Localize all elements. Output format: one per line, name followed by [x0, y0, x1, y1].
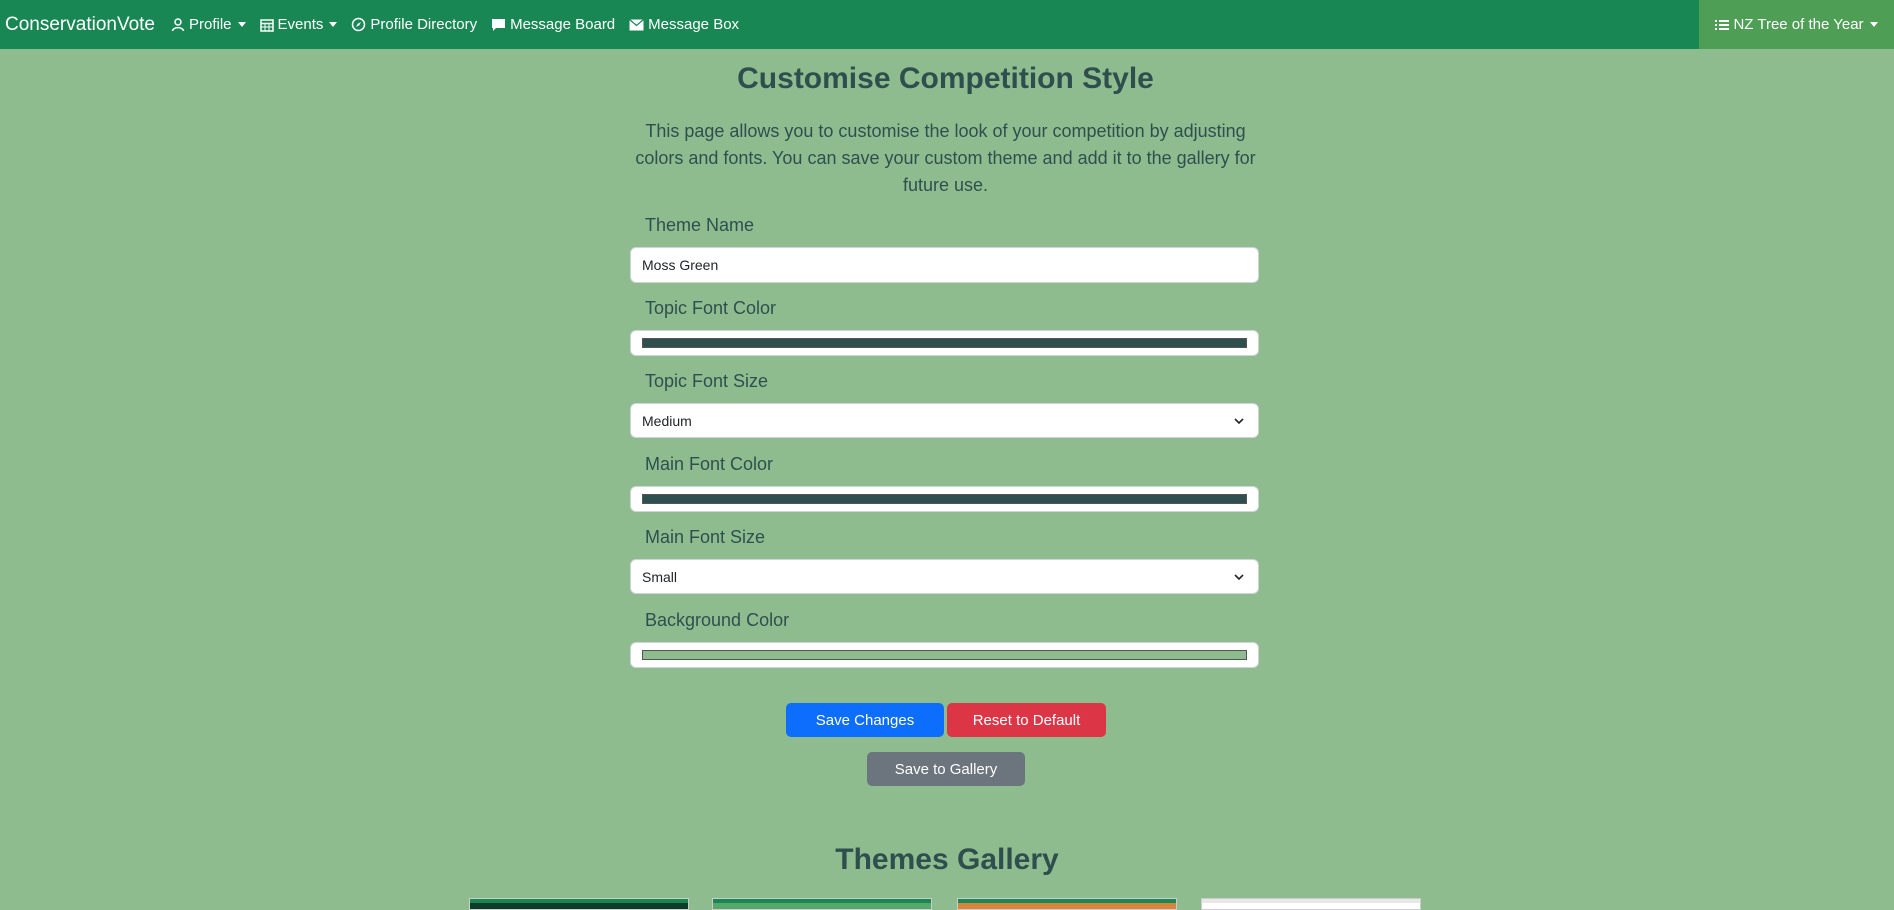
- main-font-color-label: Main Font Color: [645, 454, 774, 474]
- chevron-down-icon: [237, 22, 246, 27]
- chevron-down-icon: [329, 22, 338, 27]
- gallery-theme-thumbnail[interactable]: [712, 898, 932, 910]
- chevron-down-icon: [1869, 22, 1878, 27]
- themes-gallery-title: Themes Gallery: [835, 843, 1059, 876]
- chevron-down-icon: [1234, 574, 1244, 581]
- compass-icon: [352, 17, 366, 32]
- nav-message-board-label: Message Board: [510, 16, 616, 33]
- competition-dropdown[interactable]: NZ Tree of the Year: [1699, 0, 1894, 49]
- user-icon: [171, 17, 185, 31]
- nav-events[interactable]: Events: [259, 16, 338, 33]
- top-navbar: ConservationVote Profile Events Profile …: [0, 0, 1894, 49]
- save-to-gallery-button[interactable]: Save to Gallery: [867, 752, 1025, 786]
- nav-profile-directory-label: Profile Directory: [370, 16, 478, 33]
- brand-link[interactable]: ConservationVote: [5, 14, 155, 36]
- chevron-down-icon: [1234, 418, 1244, 425]
- theme-name-label: Theme Name: [645, 215, 755, 235]
- nav-profile[interactable]: Profile: [171, 16, 246, 33]
- chat-icon: [492, 18, 506, 31]
- background-color-picker[interactable]: [630, 642, 1259, 668]
- theme-name-value: Moss Green: [642, 257, 719, 273]
- page-title: Customise Competition Style: [737, 62, 1154, 95]
- nav-profile-label: Profile: [189, 16, 232, 33]
- topic-font-color-picker[interactable]: [630, 330, 1259, 356]
- topic-font-size-label: Topic Font Size: [645, 371, 769, 391]
- reset-default-button[interactable]: Reset to Default: [947, 703, 1106, 737]
- topic-font-color-label: Topic Font Color: [645, 298, 777, 318]
- topic-font-size-value: Medium: [642, 412, 692, 429]
- list-icon: [1715, 19, 1730, 30]
- background-color-swatch: [642, 650, 1247, 660]
- main-font-color-picker[interactable]: [630, 486, 1259, 512]
- calendar-icon: [259, 18, 274, 32]
- nav-profile-directory[interactable]: Profile Directory: [351, 16, 477, 33]
- nav-message-box-label: Message Box: [648, 16, 740, 33]
- envelope-icon: [629, 18, 645, 30]
- competition-label: NZ Tree of the Year: [1733, 16, 1864, 33]
- topic-font-color-swatch: [642, 338, 1247, 348]
- main-font-color-swatch: [642, 494, 1247, 504]
- save-changes-button[interactable]: Save Changes: [786, 703, 944, 737]
- main-font-size-label: Main Font Size: [645, 527, 766, 547]
- main-font-size-value: Small: [642, 568, 678, 585]
- nav-message-box[interactable]: Message Box: [629, 16, 739, 33]
- gallery-theme-thumbnail[interactable]: [1201, 898, 1421, 910]
- nav-message-board[interactable]: Message Board: [491, 16, 615, 33]
- gallery-theme-thumbnail[interactable]: [469, 898, 689, 910]
- background-color-label: Background Color: [645, 610, 790, 630]
- gallery-theme-thumbnail[interactable]: [957, 898, 1177, 910]
- theme-name-input[interactable]: Moss Green: [630, 247, 1259, 283]
- nav-events-label: Events: [277, 16, 324, 33]
- page-intro: This page allows you to customise the lo…: [635, 121, 1256, 195]
- topic-font-size-select[interactable]: Medium: [630, 403, 1259, 438]
- main-font-size-select[interactable]: Small: [630, 559, 1259, 594]
